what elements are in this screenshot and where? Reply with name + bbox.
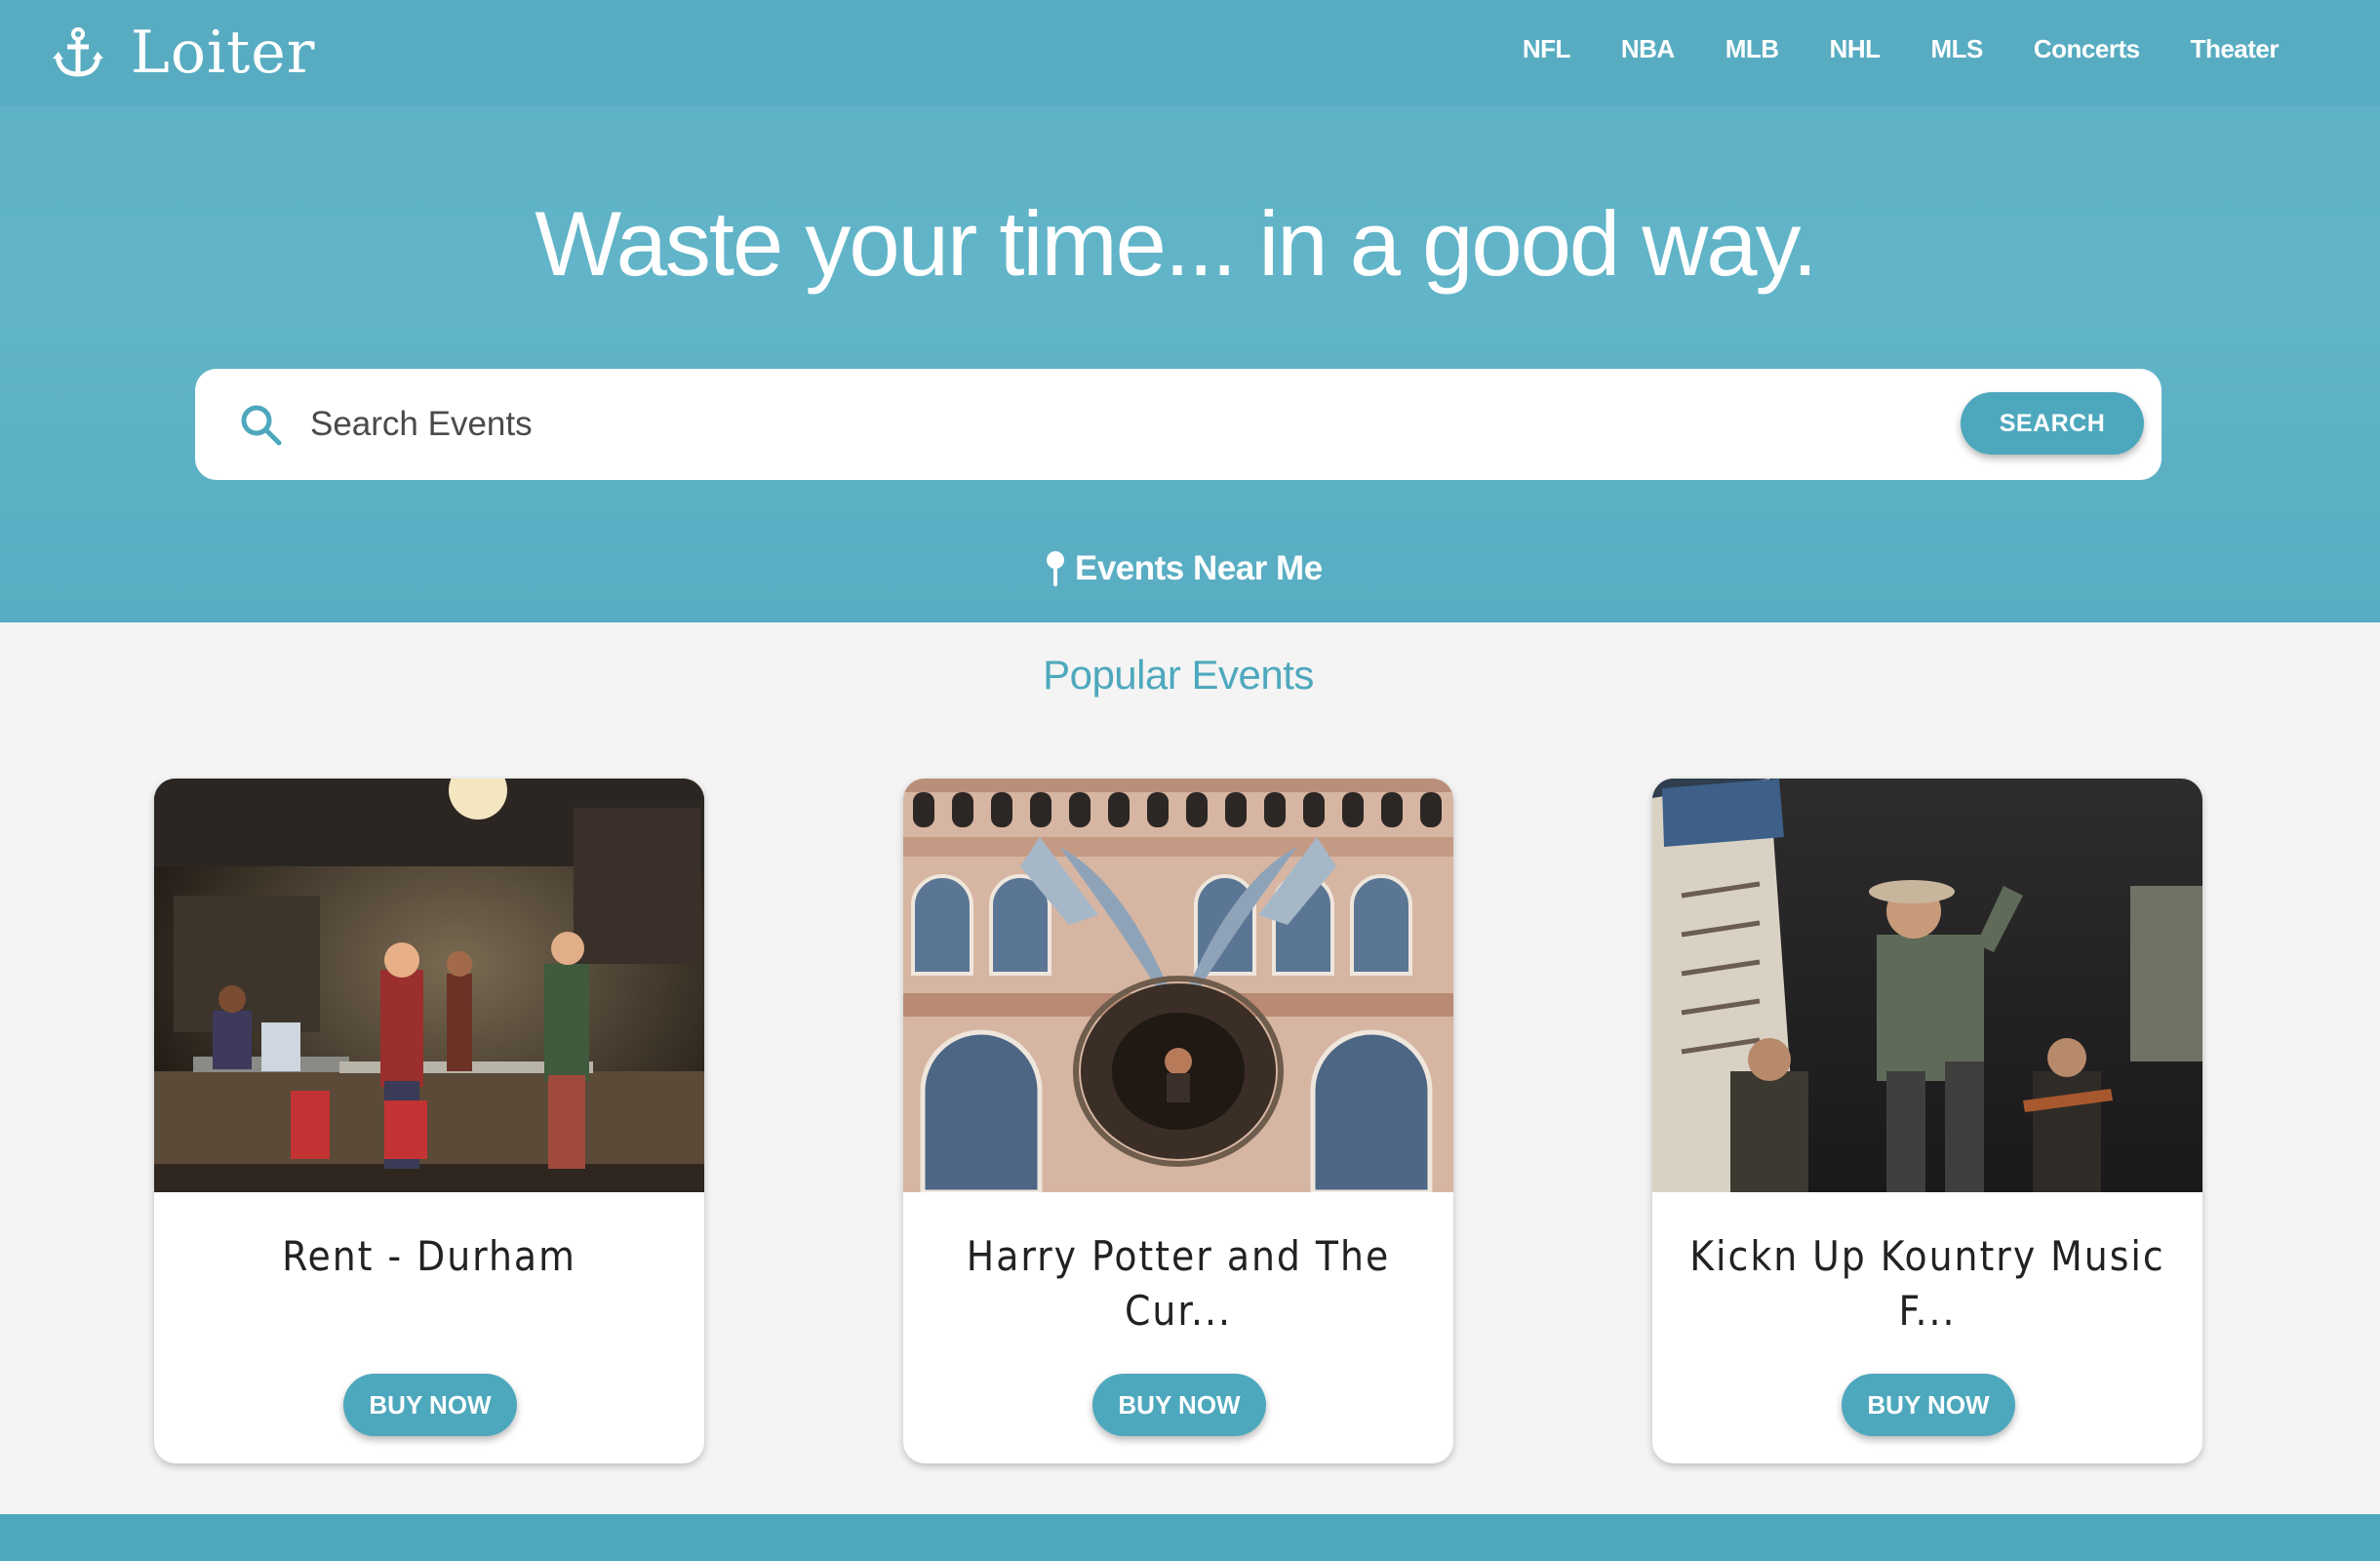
footer-band (0, 1514, 2380, 1561)
event-title: Harry Potter and The Cur... (966, 1232, 1391, 1335)
nav-item-mlb[interactable]: MLB (1726, 34, 1779, 64)
nav-item-nhl[interactable]: NHL (1830, 34, 1881, 64)
brand-logo-link[interactable]: Loiter (51, 14, 315, 92)
brand-name: Loiter (131, 19, 316, 87)
top-navigation-bar: Loiter NFL NBA MLB NHL MLS Concerts Thea… (0, 0, 2380, 105)
nav-item-mls[interactable]: MLS (1930, 34, 1983, 64)
map-pin-icon (1047, 551, 1064, 586)
page: Loiter NFL NBA MLB NHL MLS Concerts Thea… (0, 0, 2380, 1561)
nav-item-nfl[interactable]: NFL (1523, 34, 1571, 64)
anchor-icon (53, 27, 103, 77)
event-image[interactable] (903, 779, 1453, 1192)
hero-section: Loiter NFL NBA MLB NHL MLS Concerts Thea… (0, 0, 2380, 622)
hero-headline: Waste your time... in a good way. (535, 192, 1817, 295)
search-bar: SEARCH (195, 369, 2162, 480)
event-title: Rent - Durham (282, 1232, 576, 1280)
search-button[interactable]: SEARCH (1961, 392, 2144, 455)
popular-events-title: Popular Events (1043, 652, 1314, 698)
events-near-me-link[interactable]: Events Near Me (1044, 544, 1323, 593)
search-icon (241, 405, 282, 446)
buy-now-button[interactable]: BUY NOW (1842, 1374, 2015, 1436)
event-card: Rent - Durham BUY NOW (154, 779, 704, 1463)
event-image[interactable] (154, 779, 704, 1192)
event-title: Kickn Up Kountry Music F... (1689, 1232, 2165, 1335)
stage-performance-image (154, 779, 704, 1192)
event-card: Kickn Up Kountry Music F... BUY NOW (1652, 779, 2202, 1463)
search-input[interactable] (310, 394, 2017, 455)
nav-item-nba[interactable]: NBA (1621, 34, 1675, 64)
event-card: Harry Potter and The Cur... BUY NOW (903, 779, 1453, 1463)
main-nav: NFL NBA MLB NHL MLS Concerts Theater (1523, 27, 2280, 70)
buy-now-button[interactable]: BUY NOW (343, 1374, 517, 1436)
nav-item-concerts[interactable]: Concerts (2034, 34, 2140, 64)
building-wings-image (903, 779, 1453, 1192)
concert-stage-image (1652, 779, 2202, 1192)
events-near-me-label: Events Near Me (1075, 549, 1323, 587)
nav-item-theater[interactable]: Theater (2191, 34, 2280, 64)
event-image[interactable] (1652, 779, 2202, 1192)
buy-now-button[interactable]: BUY NOW (1092, 1374, 1266, 1436)
